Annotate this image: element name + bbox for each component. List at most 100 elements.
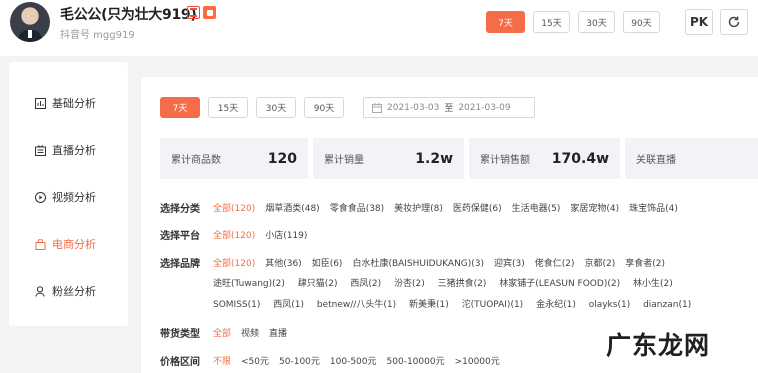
sidebar-item-video[interactable]: 视频分析 (35, 189, 96, 205)
sidebar-item-label: 视频分析 (52, 191, 96, 204)
profile-header: 毛公公(只为壮大919) 抖音号 mgg919 7天 15天 30天 90天 P… (0, 0, 758, 56)
stat-card-live: 关联直播 (625, 138, 758, 179)
anchor-name: 毛公公(只为壮大919) (60, 7, 197, 23)
stat-label: 累计销售额 (480, 155, 530, 166)
filter-option[interactable]: 直播 (269, 326, 287, 339)
filter-option[interactable]: 50-100元 (279, 354, 320, 367)
filter-option[interactable]: 白水杜康(BAISHUIDUKANG)(3) (352, 256, 484, 269)
filter-option[interactable]: 途旺(Tuwang)(2) (213, 279, 285, 289)
sidebar-item-live[interactable]: 直播分析 (35, 142, 96, 158)
filter-option[interactable]: 家居宠物(4) (570, 201, 619, 214)
filter-option[interactable]: 珠宝饰品(4) (629, 201, 678, 214)
date-end: 2021-03-09 (458, 102, 511, 113)
filter-option[interactable]: 小店(119) (265, 228, 307, 241)
filter-option[interactable]: betnew//八头牛(1) (317, 300, 396, 310)
filter-option[interactable]: 西凤(2) (350, 279, 381, 289)
filter-option[interactable]: 100-500元 (330, 354, 377, 367)
filter-option[interactable]: 西凤(1) (273, 300, 304, 310)
filter-label: 价格区间 (160, 357, 200, 368)
play-icon (35, 191, 46, 203)
header-range-30d[interactable]: 30天 (578, 11, 615, 33)
stat-card-revenue: 累计销售额 170.4w (469, 138, 620, 179)
stat-value: 1.2w (415, 150, 453, 167)
stat-card-products: 累计商品数 120 (160, 138, 308, 179)
user-icon (35, 285, 45, 297)
filter-option[interactable]: 三猪拱食(2) (438, 279, 487, 289)
stat-value: 170.4w (551, 150, 609, 167)
live-icon (35, 144, 46, 156)
filter-platform: 选择平台 全部(120) 小店(119) (160, 227, 317, 242)
filter-label: 带货类型 (160, 329, 200, 340)
filter-option[interactable]: 全部 (213, 326, 231, 339)
filter-option[interactable]: 不限 (213, 354, 231, 367)
main-range-90d[interactable]: 90天 (304, 97, 344, 118)
date-separator: 至 (444, 104, 454, 114)
filter-option[interactable]: 林家铺子(LEASUN FOOD)(2) (499, 279, 620, 289)
main-range-30d[interactable]: 30天 (256, 97, 296, 118)
filter-option[interactable]: 500-10000元 (387, 354, 445, 367)
douyin-id: 抖音号 mgg919 (60, 30, 135, 41)
main-range-7d[interactable]: 7天 (160, 97, 200, 118)
calendar-icon (372, 102, 382, 113)
sidebar-item-fans[interactable]: 粉丝分析 (35, 283, 96, 299)
filter-option[interactable]: 全部(120) (213, 201, 255, 214)
filter-option[interactable]: 医药保健(6) (453, 201, 502, 214)
live-badge-icon (203, 6, 216, 19)
main-range-group: 7天 15天 30天 90天 (160, 97, 344, 118)
filter-option[interactable]: 烟草酒类(48) (265, 201, 319, 214)
filter-option[interactable]: 生活电器(5) (512, 201, 561, 214)
sidebar-item-ecommerce[interactable]: 电商分析 (35, 236, 96, 252)
filter-option[interactable]: 迎宾(3) (494, 256, 525, 269)
stat-card-sales: 累计销量 1.2w (313, 138, 464, 179)
stat-label: 累计销量 (324, 155, 364, 166)
header-range-15d[interactable]: 15天 (533, 11, 570, 33)
sidebar-item-label: 粉丝分析 (52, 285, 96, 298)
filter-option[interactable]: 新美秉(1) (409, 300, 449, 310)
sidebar-item-label: 直播分析 (52, 144, 96, 157)
header-range-7d[interactable]: 7天 (486, 11, 525, 33)
filter-type: 带货类型 全部 视频 直播 (160, 325, 297, 340)
filter-option[interactable]: 林小生(2) (633, 279, 673, 289)
anchor-badge-icon (187, 6, 200, 19)
filter-label: 选择平台 (160, 231, 200, 242)
avatar[interactable] (10, 2, 50, 42)
filter-option[interactable]: dianzan(1) (643, 300, 691, 310)
stats-row: 累计商品数 120 累计销量 1.2w 累计销售额 170.4w 关联直播 (160, 138, 758, 179)
filter-option[interactable]: 视频 (241, 326, 259, 339)
main-range-15d[interactable]: 15天 (208, 97, 248, 118)
filter-option[interactable]: 全部(120) (213, 228, 255, 241)
filter-option[interactable]: 肆只猫(2) (298, 279, 338, 289)
sidebar-item-label: 电商分析 (52, 238, 96, 251)
filter-label: 选择分类 (160, 204, 200, 215)
filter-option[interactable]: <50元 (241, 354, 269, 367)
refresh-icon (728, 16, 740, 28)
filter-option[interactable]: 沱(TUOPAI)(1) (462, 300, 524, 310)
filter-option[interactable]: 汾杏(2) (394, 279, 425, 289)
refresh-button[interactable] (720, 9, 748, 35)
filter-option[interactable]: 美妆护理(8) (394, 201, 443, 214)
date-range-picker[interactable]: 2021-03-03 至 2021-03-09 (363, 97, 535, 118)
filter-option[interactable]: 京都(2) (585, 256, 616, 269)
filter-option[interactable]: olayks(1) (589, 300, 631, 310)
filter-option[interactable]: 全部(120) (213, 256, 255, 269)
filter-option[interactable]: 享食者(2) (625, 256, 665, 269)
filter-option[interactable]: 零食食品(38) (330, 201, 384, 214)
filter-price: 价格区间 不限 <50元 50-100元 100-500元 500-10000元… (160, 353, 510, 368)
filter-option[interactable]: SOMISS(1) (213, 300, 260, 310)
filter-option[interactable]: 其他(36) (265, 256, 301, 269)
badge-group (187, 6, 216, 19)
filter-category: 选择分类 全部(120) 烟草酒类(48) 零食食品(38) 美妆护理(8) 医… (160, 200, 688, 215)
sidebar-item-basic[interactable]: 基础分析 (35, 95, 96, 111)
filter-option[interactable]: 金永纪(1) (536, 300, 576, 310)
stat-value: 120 (267, 150, 297, 167)
sidebar-item-label: 基础分析 (52, 97, 96, 110)
filter-option[interactable]: >10000元 (455, 354, 500, 367)
filter-option[interactable]: 佬食仁(2) (535, 256, 575, 269)
stat-label: 累计商品数 (171, 155, 221, 166)
date-start: 2021-03-03 (387, 102, 440, 113)
shop-icon (35, 238, 46, 250)
header-range-group: 7天 15天 30天 90天 (486, 11, 660, 33)
pk-button[interactable]: PK (685, 9, 713, 35)
header-range-90d[interactable]: 90天 (623, 11, 660, 33)
filter-option[interactable]: 如臣(6) (312, 256, 343, 269)
